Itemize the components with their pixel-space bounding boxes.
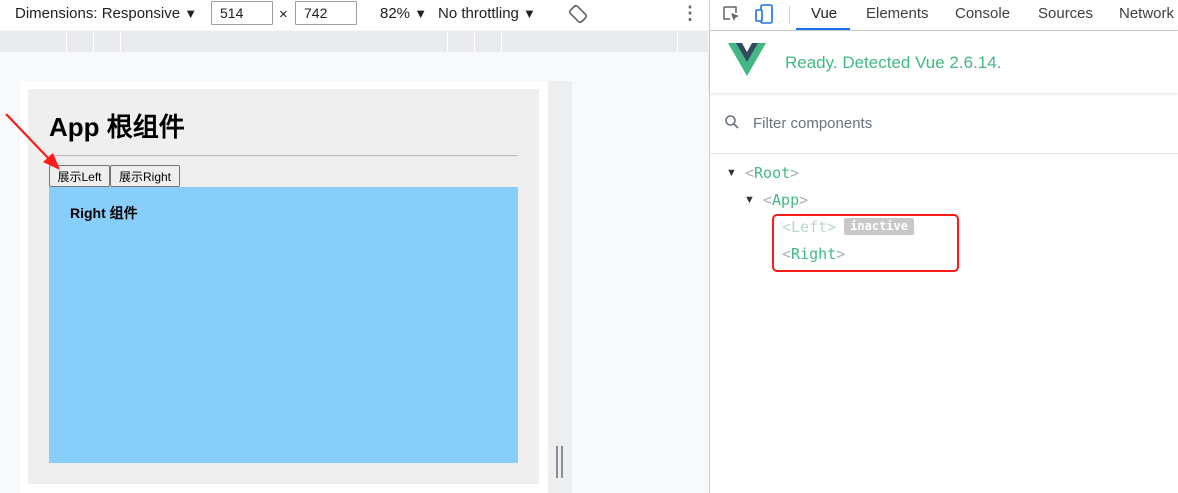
active-tab-indicator bbox=[796, 28, 850, 30]
tree-node-app[interactable]: <App> bbox=[763, 191, 808, 209]
expand-app-icon[interactable]: ▼ bbox=[744, 194, 755, 206]
toolbar-divider bbox=[789, 6, 790, 24]
more-options-icon[interactable]: ⋮ bbox=[681, 3, 699, 24]
vue-status: Ready. Detected Vue 2.6.14. bbox=[785, 53, 1002, 72]
divider bbox=[49, 155, 518, 157]
search-icon bbox=[725, 115, 739, 129]
width-input[interactable] bbox=[211, 1, 273, 25]
expand-root-icon[interactable]: ▼ bbox=[726, 167, 737, 179]
devtools-tab-bar bbox=[710, 0, 1178, 31]
chevron-down-icon: ▼ bbox=[523, 6, 536, 21]
throttling-dropdown[interactable]: No throttling ▼ bbox=[438, 5, 536, 22]
annotation-highlight-box bbox=[772, 214, 959, 272]
device-resize-gutter bbox=[548, 81, 572, 493]
zoom-label: 82% bbox=[380, 5, 411, 22]
dimensions-dropdown[interactable]: Dimensions: Responsive ▼ bbox=[15, 5, 197, 22]
resize-handle[interactable] bbox=[556, 446, 564, 478]
tree-node-root[interactable]: <Root> bbox=[745, 164, 799, 182]
show-right-button[interactable]: 展示Right bbox=[110, 165, 180, 187]
chevron-down-icon: ▼ bbox=[414, 6, 428, 21]
tree-node-label: App bbox=[772, 191, 800, 209]
chevron-down-icon: ▼ bbox=[184, 6, 198, 21]
right-component bbox=[49, 187, 518, 463]
right-component-title: Right 组件 bbox=[70, 205, 138, 221]
inspect-element-icon[interactable] bbox=[722, 5, 740, 23]
device-toolbar: Dimensions: Responsive ▼ × 82% ▼ No thro… bbox=[0, 0, 709, 30]
tab-sources[interactable]: Sources bbox=[1038, 5, 1093, 22]
vue-logo-icon bbox=[728, 43, 766, 76]
tree-node-label: Root bbox=[754, 164, 791, 182]
device-toolbar-toggle-icon[interactable] bbox=[754, 3, 776, 25]
throttling-label: No throttling bbox=[438, 5, 519, 22]
tab-network[interactable]: Network bbox=[1119, 5, 1174, 22]
tab-console[interactable]: Console bbox=[955, 5, 1010, 22]
zoom-dropdown[interactable]: 82% ▼ bbox=[380, 5, 427, 22]
height-input[interactable] bbox=[295, 1, 357, 25]
tab-elements[interactable]: Elements bbox=[866, 5, 929, 22]
annotation-arrow-icon bbox=[5, 113, 60, 170]
dimensions-label: Dimensions: Responsive bbox=[15, 5, 181, 22]
rotate-icon[interactable] bbox=[568, 4, 588, 24]
filter-components-input[interactable] bbox=[751, 112, 1155, 134]
media-query-ruler[interactable] bbox=[0, 31, 709, 52]
times-symbol: × bbox=[279, 6, 288, 23]
tab-vue[interactable]: Vue bbox=[811, 5, 837, 22]
